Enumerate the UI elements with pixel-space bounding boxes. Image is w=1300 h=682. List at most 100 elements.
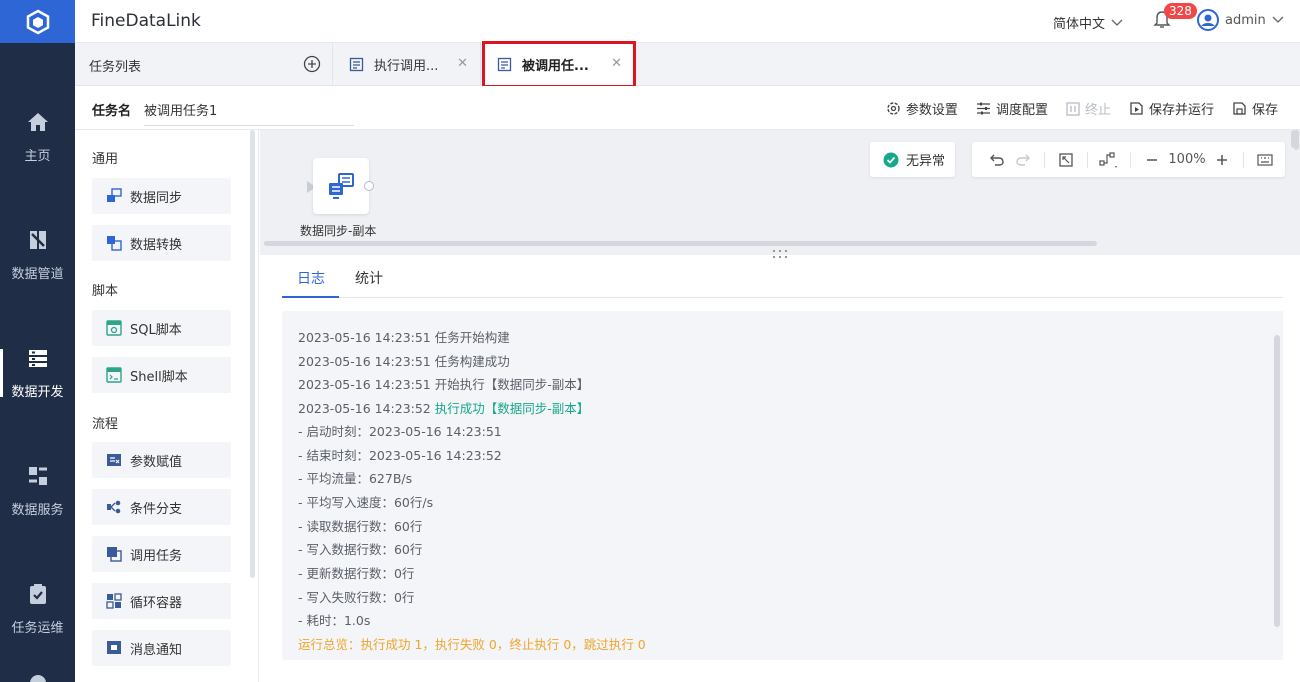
service-icon bbox=[28, 466, 47, 485]
branch-icon bbox=[107, 500, 121, 514]
component-param-assign[interactable]: 参数赋值 bbox=[92, 442, 231, 478]
avatar-icon bbox=[1197, 9, 1219, 31]
redo-button[interactable] bbox=[1010, 147, 1036, 173]
component-message-notify[interactable]: 消息通知 bbox=[92, 630, 231, 666]
stop-icon bbox=[1066, 101, 1080, 116]
call-task-icon bbox=[107, 547, 122, 562]
chevron-down-icon bbox=[1111, 19, 1123, 26]
nav-label-dev: 数据开发 bbox=[11, 384, 64, 400]
top-header: FineDataLink 简体中文 328 admin bbox=[75, 0, 1300, 43]
close-icon[interactable]: ✕ bbox=[457, 56, 468, 71]
log-tabs: 日志 统计 bbox=[282, 258, 1283, 298]
log-line: 2023-05-16 14:23:51 任务开始构建 bbox=[298, 330, 510, 345]
log-line: - 耗时：1.0s bbox=[298, 613, 371, 628]
schedule-button[interactable]: 调度配置 bbox=[976, 99, 1048, 118]
log-line: - 平均写入速度：60行/s bbox=[298, 495, 434, 510]
component-condition-branch[interactable]: 条件分支 bbox=[92, 489, 231, 525]
pipeline-icon bbox=[29, 230, 46, 249]
nav-label-service: 数据服务 bbox=[11, 502, 64, 518]
undo-button[interactable] bbox=[984, 147, 1010, 173]
task-name-row: 任务名 被调用任务1 参数设置 调度配置 终止 保存并运行 保存 bbox=[75, 86, 1300, 130]
nav-item-service[interactable]: 数据服务 bbox=[0, 441, 75, 541]
page-v-scrollbar[interactable] bbox=[1294, 130, 1299, 150]
tab-label: 执行调用... bbox=[374, 58, 439, 74]
ops-icon bbox=[29, 583, 46, 604]
log-line: 2023-05-16 14:23:51 开始执行【数据同步-副本】 bbox=[298, 377, 590, 392]
group-title-flow: 流程 bbox=[92, 417, 119, 432]
dev-icon bbox=[28, 349, 47, 367]
save-run-button[interactable]: 保存并运行 bbox=[1129, 99, 1214, 118]
tab-bar: 任务列表 执行调用... ✕ 被调用任... ✕ bbox=[75, 43, 1300, 86]
node-output-port[interactable] bbox=[364, 181, 374, 191]
notification-badge: 328 bbox=[1164, 3, 1197, 19]
params-button[interactable]: 参数设置 bbox=[886, 99, 958, 118]
stop-button[interactable]: 终止 bbox=[1066, 99, 1111, 118]
connector-icon bbox=[1099, 151, 1117, 168]
nav-item-pipeline[interactable]: 数据管道 bbox=[0, 205, 75, 305]
component-call-task[interactable]: 调用任务 bbox=[92, 536, 231, 572]
component-loop-container[interactable]: 循环容器 bbox=[92, 583, 231, 619]
toolbar-divider bbox=[1087, 151, 1088, 168]
log-line: - 写入失败行数：0行 bbox=[298, 590, 415, 605]
workflow-node[interactable] bbox=[313, 158, 369, 214]
active-tab-indicator bbox=[282, 296, 339, 298]
zoom-in-button[interactable] bbox=[1209, 147, 1235, 173]
tab-log[interactable]: 日志 bbox=[297, 268, 325, 288]
tab-stats[interactable]: 统计 bbox=[355, 268, 383, 288]
sql-script-icon bbox=[106, 320, 122, 336]
panel-scrollbar[interactable] bbox=[250, 130, 255, 578]
toolbar-divider bbox=[1130, 151, 1131, 168]
workflow-canvas[interactable]: 数据同步-副本 无异常 100% bbox=[260, 130, 1300, 255]
nav-item-dev[interactable]: 数据开发 bbox=[0, 323, 75, 423]
nav-label-ops: 任务运维 bbox=[11, 620, 64, 636]
undo-icon bbox=[990, 154, 1004, 166]
layout-button[interactable] bbox=[1096, 147, 1122, 173]
save-button[interactable]: 保存 bbox=[1232, 99, 1278, 118]
loop-container-icon bbox=[106, 593, 122, 609]
node-label: 数据同步-副本 bbox=[300, 224, 377, 238]
add-task-button[interactable] bbox=[303, 55, 321, 73]
component-sql-script[interactable]: SQL脚本 bbox=[92, 310, 231, 346]
tab-exec-caller[interactable]: 执行调用... ✕ bbox=[335, 43, 481, 85]
canvas-h-scrollbar[interactable] bbox=[264, 241, 1097, 246]
stop-label: 终止 bbox=[1084, 103, 1111, 118]
language-select[interactable]: 简体中文 bbox=[1053, 13, 1123, 32]
shell-script-icon bbox=[106, 367, 122, 383]
save-run-label: 保存并运行 bbox=[1148, 103, 1214, 118]
canvas-toolbar: 100% bbox=[972, 142, 1285, 177]
check-circle-icon bbox=[883, 152, 899, 167]
task-name-input[interactable]: 被调用任务1 bbox=[144, 100, 354, 126]
log-scrollbar[interactable] bbox=[1274, 335, 1280, 627]
user-menu[interactable]: admin bbox=[1197, 9, 1284, 31]
component-label: 参数赋值 bbox=[130, 454, 183, 470]
gear-icon bbox=[887, 102, 900, 115]
nav-item-ops[interactable]: 任务运维 bbox=[0, 559, 75, 659]
minus-icon bbox=[1147, 158, 1157, 161]
fit-view-button[interactable] bbox=[1053, 147, 1079, 173]
log-summary: 运行总览：执行成功 1，执行失败 0，终止执行 0，跳过执行 0 bbox=[298, 637, 646, 652]
nav-label-home: 主页 bbox=[24, 148, 51, 164]
zoom-out-button[interactable] bbox=[1139, 147, 1165, 173]
task-file-icon bbox=[349, 57, 364, 71]
task-name-label: 任务名 bbox=[92, 104, 132, 119]
save-icon bbox=[1233, 102, 1246, 115]
component-label: 消息通知 bbox=[130, 642, 183, 658]
component-shell-script[interactable]: Shell脚本 bbox=[92, 357, 231, 393]
task-list-label: 任务列表 bbox=[89, 60, 142, 75]
minimap-button[interactable] bbox=[1252, 147, 1278, 173]
data-sync-node-icon bbox=[329, 173, 354, 199]
component-data-sync[interactable]: 数据同步 bbox=[92, 178, 231, 214]
component-data-transform[interactable]: 数据转换 bbox=[92, 225, 231, 261]
group-title-general: 通用 bbox=[92, 152, 119, 167]
component-label: SQL脚本 bbox=[130, 322, 182, 338]
chevron-down-icon bbox=[1272, 16, 1284, 23]
app-logo[interactable] bbox=[0, 0, 75, 43]
nav-item-home[interactable]: 主页 bbox=[0, 87, 75, 187]
schedule-label: 调度配置 bbox=[995, 103, 1048, 118]
status-indicator[interactable]: 无异常 bbox=[870, 142, 955, 177]
settings-icon[interactable] bbox=[27, 672, 49, 682]
redo-icon bbox=[1016, 154, 1030, 166]
plus-icon bbox=[1217, 154, 1227, 165]
task-toolbar: 参数设置 调度配置 终止 保存并运行 保存 bbox=[886, 99, 1278, 118]
component-label: Shell脚本 bbox=[130, 369, 188, 385]
